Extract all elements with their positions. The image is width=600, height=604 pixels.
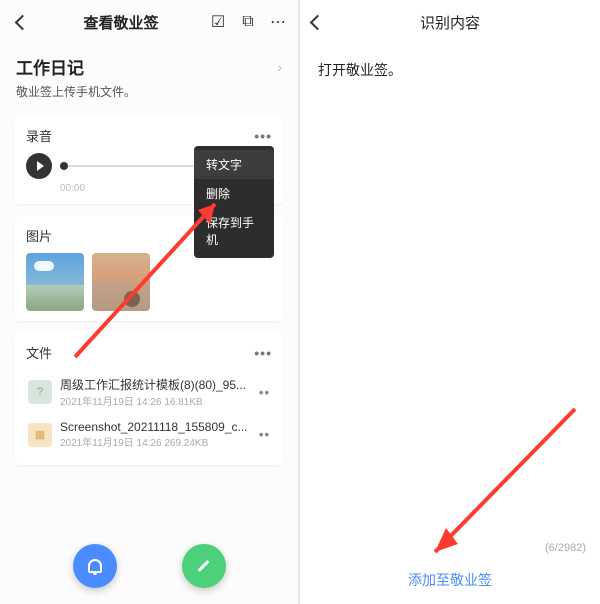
- audio-more-icon[interactable]: •••: [254, 128, 272, 144]
- thumbnail-1[interactable]: [26, 253, 84, 311]
- file-card: 文件 ••• ? 周级工作汇报统计模板(8)(80)_95... 2021年11…: [14, 333, 284, 465]
- pen-icon: [197, 559, 211, 573]
- thumbnail-2[interactable]: [92, 253, 150, 311]
- file-type-doc-icon: ?: [28, 380, 52, 404]
- back-icon[interactable]: [10, 17, 34, 28]
- audio-card-title: 录音: [26, 126, 52, 145]
- note-subtitle: 敬业签上传手机文件。: [0, 83, 298, 110]
- file-name: 周级工作汇报统计模板(8)(80)_95...: [60, 376, 251, 393]
- image-thumbnails: [26, 253, 272, 311]
- file-texts: 周级工作汇报统计模板(8)(80)_95... 2021年11月19日 14:2…: [60, 376, 251, 408]
- audio-card: 录音 ••• 00:00 转文字 删除 保存到手机: [14, 116, 284, 204]
- file-card-head: 文件 •••: [26, 343, 272, 362]
- menu-to-text[interactable]: 转文字: [194, 150, 274, 179]
- menu-delete[interactable]: 删除: [194, 179, 274, 208]
- left-topbar: 查看敬业签 ☑ ⧉ ⋯: [0, 0, 298, 44]
- checkbox-icon[interactable]: ☑: [208, 12, 228, 32]
- file-card-title: 文件: [26, 343, 52, 362]
- audio-progress-dot: [60, 162, 68, 170]
- file-meta: 2021年11月19日 14:26 16.81KB: [60, 393, 251, 408]
- play-button[interactable]: [26, 153, 52, 179]
- bell-icon: [88, 559, 102, 573]
- file-row-more-icon[interactable]: ••: [259, 385, 270, 400]
- file-type-image-icon: ▦: [28, 423, 52, 447]
- topbar-actions: ☑ ⧉ ⋯: [208, 12, 288, 32]
- add-to-jingyeqian-button[interactable]: 添加至敬业签: [300, 570, 600, 590]
- right-topbar: 识别内容: [300, 0, 600, 44]
- right-screen: 识别内容 打开敬业签。 (6/2982) 添加至敬业签: [300, 0, 600, 604]
- file-row-1[interactable]: ? 周级工作汇报统计模板(8)(80)_95... 2021年11月19日 14…: [26, 370, 272, 414]
- right-title: 识别内容: [334, 12, 566, 33]
- chevron-right-icon: ›: [277, 59, 282, 75]
- audio-card-head: 录音 •••: [26, 126, 272, 145]
- recognized-text: 打开敬业签。: [300, 44, 600, 604]
- image-card-title: 图片: [26, 226, 52, 245]
- note-heading-row[interactable]: 工作日记 ›: [0, 44, 298, 83]
- note-title: 工作日记: [16, 54, 277, 79]
- file-row-2[interactable]: ▦ Screenshot_20211118_155809_c... 2021年1…: [26, 414, 272, 455]
- audio-context-menu: 转文字 删除 保存到手机: [194, 146, 274, 258]
- menu-save-to-phone[interactable]: 保存到手机: [194, 208, 274, 254]
- file-texts: Screenshot_20211118_155809_c... 2021年11月…: [60, 420, 251, 449]
- back-icon[interactable]: [312, 17, 334, 28]
- file-meta: 2021年11月19日 14:26 269.24KB: [60, 434, 251, 449]
- left-screen: 查看敬业签 ☑ ⧉ ⋯ 工作日记 › 敬业签上传手机文件。 录音 ••• 00:…: [0, 0, 300, 604]
- char-counter: (6/2982): [545, 542, 586, 554]
- fab-row: [0, 544, 298, 588]
- file-row-more-icon[interactable]: ••: [259, 427, 270, 442]
- play-icon: [37, 161, 44, 171]
- left-title: 查看敬业签: [40, 12, 202, 33]
- file-name: Screenshot_20211118_155809_c...: [60, 420, 251, 434]
- copy-icon[interactable]: ⧉: [238, 12, 258, 32]
- more-icon[interactable]: ⋯: [268, 12, 288, 32]
- edit-fab[interactable]: [182, 544, 226, 588]
- reminder-fab[interactable]: [73, 544, 117, 588]
- file-more-icon[interactable]: •••: [254, 345, 272, 361]
